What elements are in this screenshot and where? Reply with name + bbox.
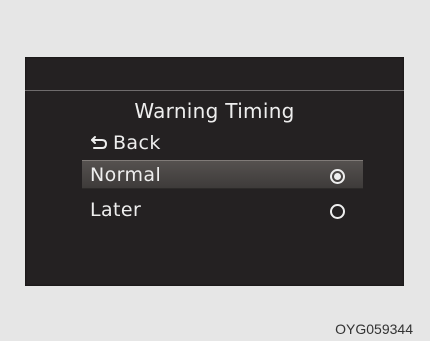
figure-code: OYG059344 — [335, 321, 413, 337]
display-screen: Warning Timing Back Normal Later — [25, 57, 404, 286]
menu-item-later-label: Later — [90, 199, 142, 221]
menu-title: Warning Timing — [134, 99, 295, 123]
radio-unselected-icon[interactable] — [330, 204, 345, 219]
menu-item-later[interactable]: Later — [82, 196, 363, 225]
header-divider — [25, 90, 404, 91]
back-label: Back — [113, 132, 161, 154]
back-menu-item[interactable]: Back — [82, 129, 363, 158]
menu-item-normal[interactable]: Normal — [82, 160, 363, 189]
back-arrow-icon — [91, 136, 107, 149]
menu-item-normal-label: Normal — [90, 164, 162, 186]
radio-selected-icon[interactable] — [330, 169, 345, 184]
